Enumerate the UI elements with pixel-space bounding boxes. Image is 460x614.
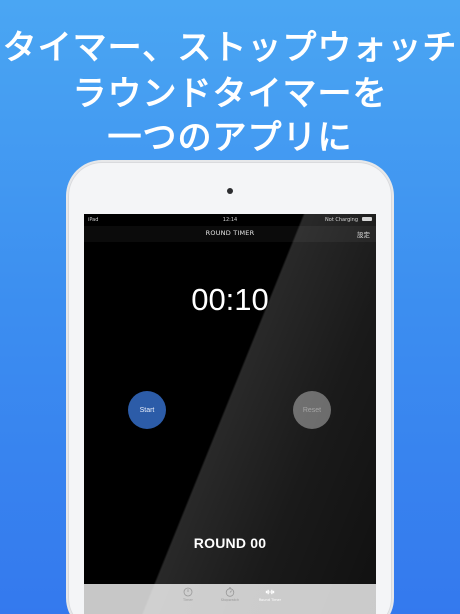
timer-icon: [183, 587, 193, 597]
navigation-bar: ROUND TIMER 設定: [84, 226, 376, 242]
round-label: ROUND 00: [193, 535, 267, 551]
tab-round-timer[interactable]: Round Timer: [250, 587, 290, 602]
tab-label: Stopwatch: [220, 598, 240, 602]
round-timer-icon: [265, 589, 275, 595]
camera-icon: [227, 188, 233, 194]
headline-line-1: タイマー、ストップウォッチ: [2, 28, 458, 68]
headline-line-3: 一つのアプリに: [107, 118, 353, 158]
start-button[interactable]: Start: [128, 391, 166, 429]
timer-display: 00:10: [191, 282, 269, 317]
headline-line-2: ラウンドタイマーを: [72, 74, 388, 114]
settings-button[interactable]: 設定: [357, 229, 370, 239]
device-screen: iPad 12:14 Not Charging ROUND TIMER 設定 0…: [84, 214, 376, 614]
tab-bar: Timer Stopwatch Round Timer: [84, 584, 376, 614]
reset-button[interactable]: Reset: [293, 391, 331, 429]
status-battery-text: Not Charging: [325, 217, 358, 223]
tab-label: Round Timer: [258, 598, 282, 602]
stopwatch-icon: [225, 587, 235, 597]
tab-timer[interactable]: Timer: [168, 587, 208, 602]
status-bar: iPad 12:14 Not Charging: [84, 214, 376, 226]
tab-label: Timer: [182, 598, 193, 602]
battery-icon: [362, 217, 372, 221]
tab-stopwatch[interactable]: Stopwatch: [210, 587, 250, 602]
nav-title: ROUND TIMER: [205, 229, 255, 237]
